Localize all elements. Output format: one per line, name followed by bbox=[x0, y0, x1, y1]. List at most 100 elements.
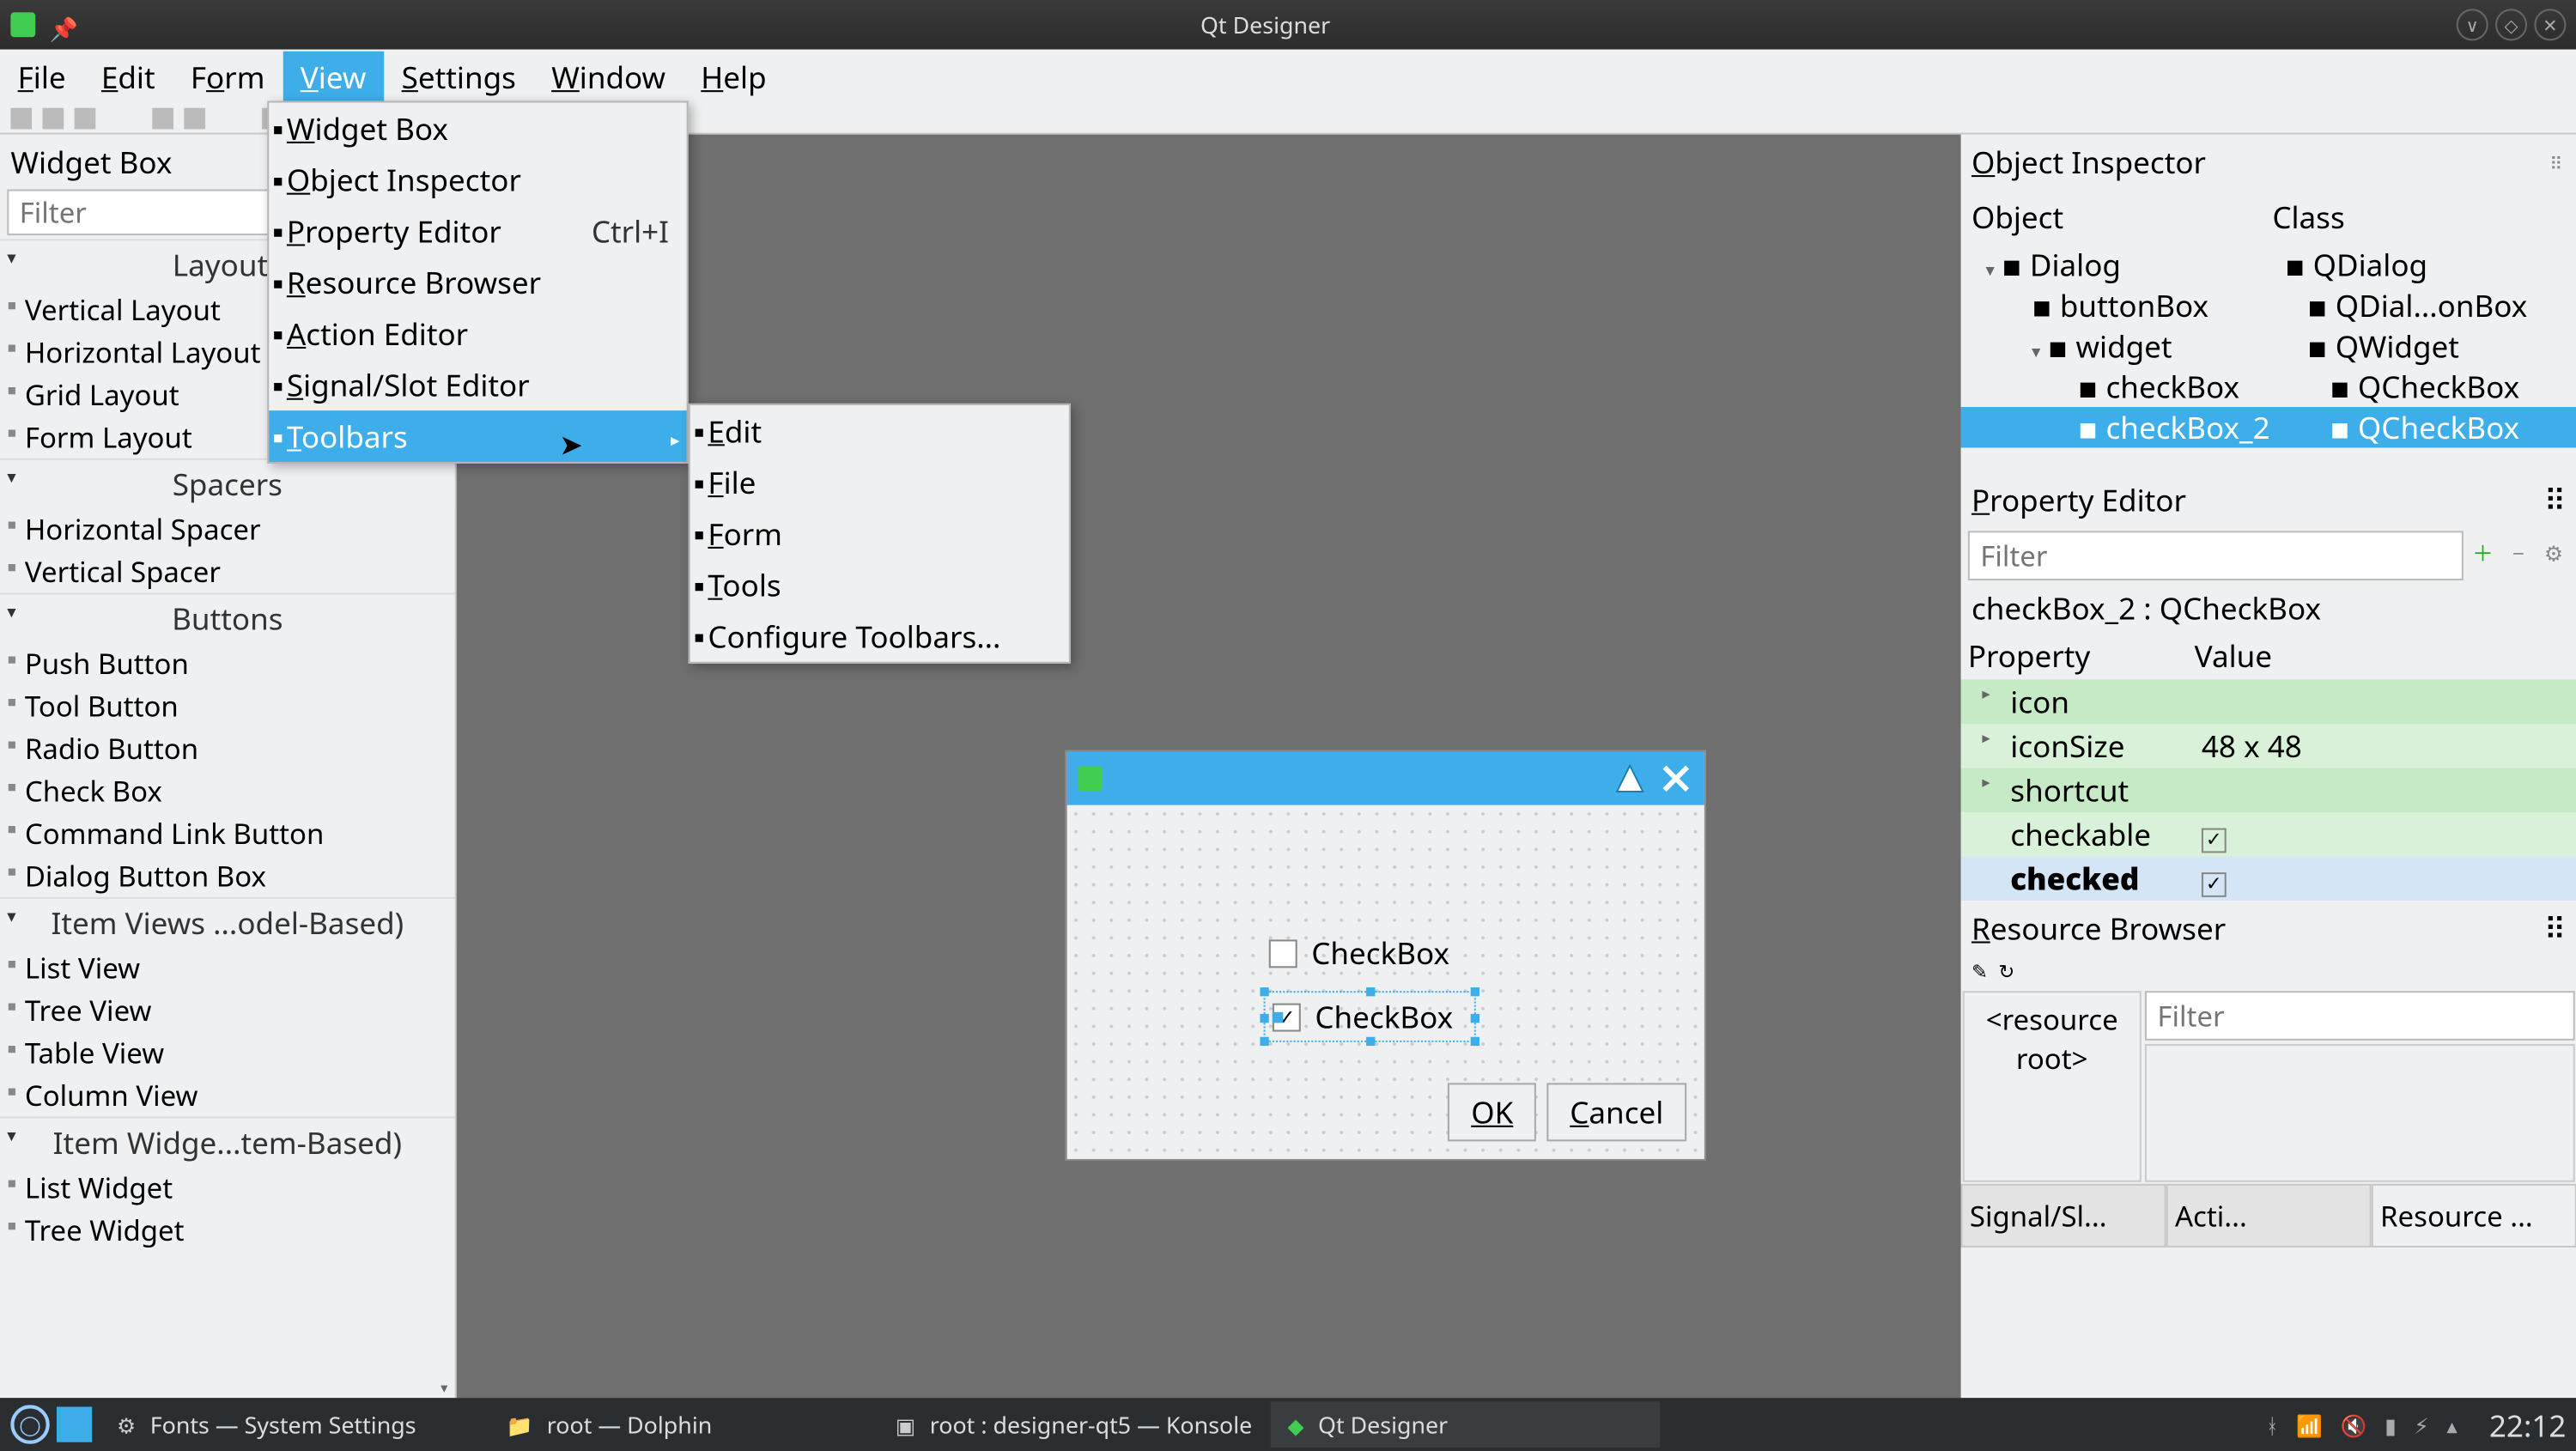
menu-item[interactable]: ▪Resource Browser bbox=[269, 257, 686, 308]
tray-expand-icon[interactable]: ▴ bbox=[2446, 1410, 2457, 1440]
menu-item[interactable]: ▪Object Inspector bbox=[269, 154, 686, 205]
menu-item[interactable]: ▪Property EditorCtrl+I bbox=[269, 205, 686, 257]
dialog-titlebar[interactable] bbox=[1067, 752, 1704, 805]
menu-settings[interactable]: Settings bbox=[384, 51, 534, 102]
object-row[interactable]: ▾▪ Dialog▪ QDialog bbox=[1961, 244, 2576, 284]
dock-handle-icon[interactable]: ⠿ bbox=[2549, 149, 2566, 174]
col-class[interactable]: Class bbox=[2269, 193, 2569, 241]
taskbar[interactable]: ◯ ⚙Fonts — System Settings📁root — Dolphi… bbox=[0, 1398, 2576, 1451]
edit-resources-icon[interactable]: ✎ bbox=[1971, 959, 1988, 986]
remove-dynamic-prop-icon[interactable]: − bbox=[2502, 531, 2534, 573]
save-icon[interactable] bbox=[75, 107, 96, 129]
checkbox-icon[interactable] bbox=[1269, 938, 1297, 967]
widget-group[interactable]: ▾Spacers bbox=[0, 458, 455, 508]
object-row[interactable]: ▾▪ widget▪ QWidget bbox=[1961, 325, 2576, 366]
widget-item[interactable]: Column View bbox=[0, 1074, 455, 1116]
menu-file[interactable]: File bbox=[0, 51, 83, 102]
object-row[interactable]: ▪ checkBox_2▪ QCheckBox bbox=[1961, 407, 2576, 447]
col-property[interactable]: Property bbox=[1968, 635, 2195, 676]
checkbox-1[interactable]: CheckBox bbox=[1269, 932, 1449, 973]
dialog-close-icon[interactable] bbox=[1655, 759, 1697, 798]
minimize-button[interactable]: ∨ bbox=[2457, 9, 2488, 40]
copy-icon[interactable] bbox=[152, 107, 173, 129]
taskbar-task[interactable]: ⚙Fonts — System Settings bbox=[99, 1401, 488, 1448]
widget-item[interactable]: List View bbox=[0, 947, 455, 989]
ok-button[interactable]: OK bbox=[1448, 1083, 1536, 1141]
widget-item[interactable]: Tree View bbox=[0, 989, 455, 1031]
submenu-item[interactable]: ▪Configure Toolbars... bbox=[690, 610, 1069, 662]
dialog-max-icon[interactable] bbox=[1608, 759, 1650, 798]
checkbox-icon[interactable]: ✓ bbox=[1273, 1003, 1301, 1031]
add-dynamic-prop-icon[interactable]: ＋ bbox=[2467, 531, 2499, 573]
tab-action[interactable]: Acti... bbox=[2166, 1184, 2372, 1248]
resource-root-label[interactable]: <resource root> bbox=[1971, 999, 2133, 1078]
close-button[interactable]: ✕ bbox=[2534, 9, 2566, 40]
submenu-item[interactable]: ▪Tools bbox=[690, 559, 1069, 610]
resource-tree[interactable]: <resource root> bbox=[1963, 991, 2142, 1182]
menu-view[interactable]: View bbox=[283, 51, 384, 102]
object-inspector-tree[interactable]: ▾▪ Dialog▪ QDialog▪ buttonBox▪ QDial...o… bbox=[1961, 244, 2576, 447]
widget-group[interactable]: ▾Item Views ...odel-Based) bbox=[0, 897, 455, 947]
show-desktop-button[interactable] bbox=[57, 1406, 92, 1442]
col-value[interactable]: Value bbox=[2195, 635, 2272, 676]
power-icon[interactable]: ⚡ bbox=[2414, 1410, 2428, 1440]
view-menu-popup[interactable]: ▪Widget Box▪Object Inspector▪Property Ed… bbox=[267, 100, 689, 464]
taskbar-task[interactable]: ▣root : designer-qt5 — Konsole bbox=[878, 1401, 1270, 1448]
wifi-icon[interactable]: 📶 bbox=[2296, 1410, 2323, 1440]
menu-window[interactable]: Window bbox=[534, 51, 683, 102]
volume-icon[interactable]: 🔇 bbox=[2341, 1410, 2367, 1440]
menu-item[interactable]: ▪Action Editor bbox=[269, 308, 686, 360]
tab-signal-slot[interactable]: Signal/Sl... bbox=[1961, 1184, 2166, 1248]
new-form-icon[interactable] bbox=[10, 107, 32, 129]
widget-group[interactable]: ▾Buttons bbox=[0, 592, 455, 642]
property-filter-input[interactable] bbox=[1968, 531, 2464, 580]
widget-item[interactable]: List Widget bbox=[0, 1166, 455, 1208]
widget-item[interactable]: Tree Widget bbox=[0, 1209, 455, 1251]
submenu-item[interactable]: ▪Edit bbox=[690, 405, 1069, 457]
taskbar-task[interactable]: 📁root — Dolphin bbox=[489, 1401, 878, 1448]
widget-item[interactable]: Radio Button bbox=[0, 727, 455, 769]
object-row[interactable]: ▪ buttonBox▪ QDial...onBox bbox=[1961, 285, 2576, 325]
system-tray[interactable]: ᚼ 📶 🔇 ▮ ⚡ ▴ 22:12 bbox=[2266, 1404, 2567, 1444]
object-row[interactable]: ▪ checkBox▪ QCheckBox bbox=[1961, 367, 2576, 407]
taskbar-task[interactable]: ◆Qt Designer bbox=[1270, 1401, 1659, 1448]
property-row[interactable]: ▸iconSize48 x 48 bbox=[1961, 724, 2576, 768]
widget-item[interactable]: Vertical Spacer bbox=[0, 550, 455, 592]
prop-sort-icon[interactable]: ⚙ bbox=[2537, 531, 2569, 573]
pin-icon[interactable]: 📌 bbox=[50, 12, 75, 37]
dock-handle-icon[interactable]: ⠿ bbox=[2544, 908, 2567, 948]
checkbox-2[interactable]: ✓ CheckBox bbox=[1266, 993, 1474, 1041]
dialog-body[interactable]: CheckBox ✓ CheckBox bbox=[1067, 805, 1704, 1159]
open-icon[interactable] bbox=[42, 107, 64, 129]
menu-help[interactable]: Help bbox=[683, 51, 785, 102]
battery-icon[interactable]: ▮ bbox=[2385, 1410, 2397, 1440]
menu-edit[interactable]: Edit bbox=[83, 51, 173, 102]
property-row[interactable]: checkable✓ bbox=[1961, 812, 2576, 857]
resource-filter-input[interactable] bbox=[2145, 991, 2575, 1041]
start-button[interactable]: ◯ bbox=[10, 1405, 49, 1443]
cancel-button[interactable]: Cancel bbox=[1546, 1083, 1686, 1141]
property-row[interactable]: ▸icon bbox=[1961, 679, 2576, 724]
widget-item[interactable]: Tool Button bbox=[0, 685, 455, 727]
menu-form[interactable]: Form bbox=[173, 51, 283, 102]
toolbars-submenu[interactable]: ▪Edit▪File▪Form▪Tools▪Configure Toolbars… bbox=[689, 404, 1071, 664]
widget-item[interactable]: Command Link Button bbox=[0, 812, 455, 854]
tab-resource[interactable]: Resource ... bbox=[2372, 1184, 2576, 1248]
bottom-tabs[interactable]: Signal/Sl... Acti... Resource ... bbox=[1961, 1184, 2576, 1248]
menu-item[interactable]: ▪Signal/Slot Editor bbox=[269, 359, 686, 410]
widget-item[interactable]: Table View bbox=[0, 1032, 455, 1074]
widget-item[interactable]: Horizontal Spacer bbox=[0, 508, 455, 550]
submenu-item[interactable]: ▪Form bbox=[690, 508, 1069, 560]
widget-item[interactable]: Dialog Button Box bbox=[0, 854, 455, 896]
dock-handle-icon[interactable]: ⠿ bbox=[2544, 480, 2567, 520]
bluetooth-icon[interactable]: ᚼ bbox=[2266, 1410, 2279, 1440]
menubar[interactable]: File Edit Form View Settings Window Help bbox=[0, 50, 2576, 103]
menu-item[interactable]: ▪Toolbars▸ bbox=[269, 410, 686, 462]
widget-item[interactable]: Push Button bbox=[0, 642, 455, 684]
designed-dialog[interactable]: CheckBox ✓ CheckBox bbox=[1066, 750, 1706, 1161]
widget-group[interactable]: ▾Item Widge...tem-Based) bbox=[0, 1116, 455, 1166]
maximize-button[interactable]: ◇ bbox=[2495, 9, 2527, 40]
object-inspector-header[interactable]: Object Class bbox=[1961, 190, 2576, 245]
property-columns[interactable]: Property Value bbox=[1961, 632, 2576, 680]
menu-item[interactable]: ▪Widget Box bbox=[269, 103, 686, 155]
